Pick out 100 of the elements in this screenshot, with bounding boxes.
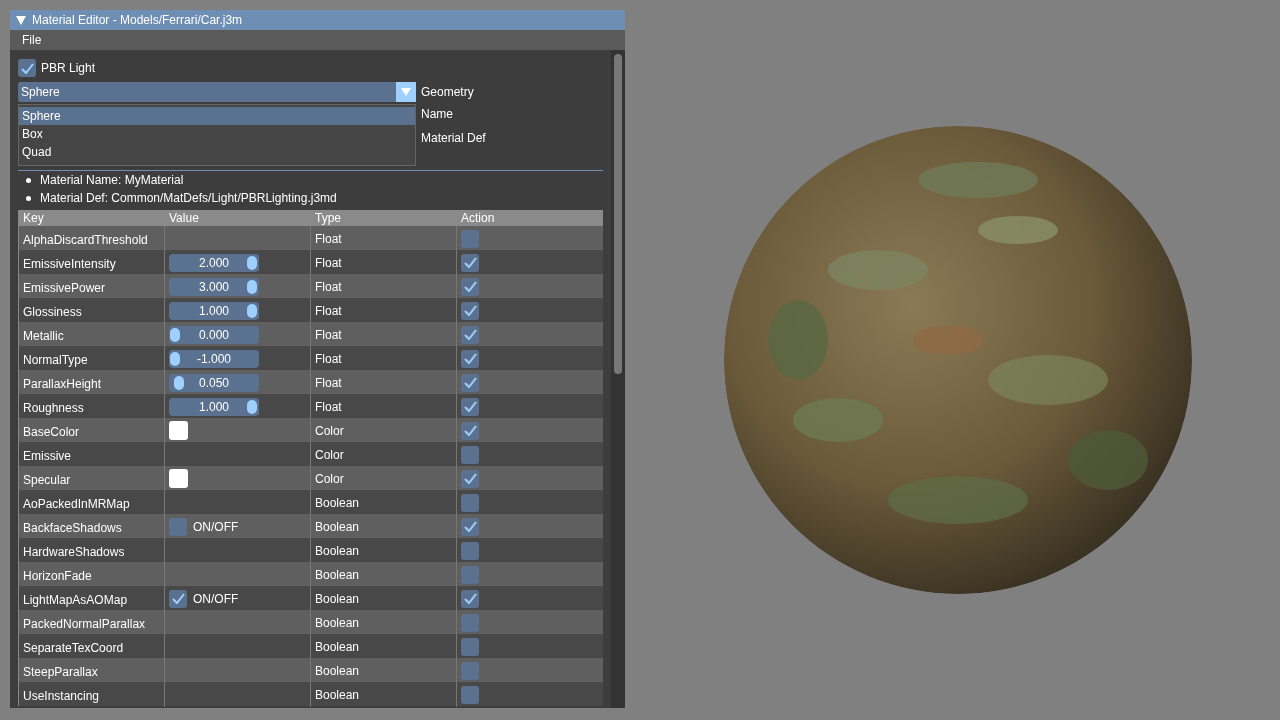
dropdown-option[interactable]: Sphere (19, 107, 415, 125)
value-slider[interactable]: 1.000 (169, 397, 259, 416)
action-checkbox[interactable] (461, 493, 479, 512)
column-header: Action (460, 210, 496, 226)
check-icon (463, 353, 477, 364)
action-checkbox[interactable] (461, 421, 479, 440)
action-checkbox[interactable] (461, 517, 479, 536)
key-cell: Metallic (23, 329, 64, 343)
field-label: Name (421, 106, 453, 123)
toggle-checkbox[interactable] (169, 589, 187, 608)
key-cell: UseInstancing (23, 689, 100, 703)
slider-thumb[interactable] (247, 303, 257, 318)
check-icon (20, 62, 34, 74)
key-cell: Roughness (23, 401, 84, 415)
action-checkbox[interactable] (461, 253, 479, 272)
key-cell: Glossiness (23, 305, 82, 319)
action-checkbox[interactable] (461, 613, 479, 632)
column-header: Key (22, 210, 45, 226)
type-cell-text: Color (315, 470, 344, 488)
type-cell-text: Boolean (315, 662, 360, 680)
color-swatch[interactable] (169, 421, 188, 440)
type-cell-text: Color (315, 446, 344, 464)
check-icon (463, 329, 477, 340)
action-checkbox[interactable] (461, 445, 479, 464)
slider-thumb[interactable] (247, 255, 257, 270)
value-slider[interactable]: 3.000 (169, 277, 259, 296)
action-checkbox[interactable] (461, 301, 479, 320)
bullet-icon (26, 177, 31, 183)
toggle-label: ON/OFF (193, 518, 239, 536)
action-checkbox[interactable] (461, 469, 479, 488)
scrollbar[interactable] (611, 50, 625, 708)
key-cell: Specular (23, 473, 71, 487)
key-cell: AlphaDiscardThreshold (23, 233, 148, 247)
key-cell: AoPackedInMRMap (23, 497, 130, 511)
key-cell: EmissivePower (23, 281, 106, 295)
info-text: Material Def: Common/MatDefs/Light/PBRLighting.j3md (40, 190, 337, 207)
type-cell-text: Float (315, 350, 342, 368)
type-cell-text: Float (315, 326, 342, 344)
info-text: Material Name: MyMaterial (40, 172, 184, 189)
dropdown-option[interactable]: Quad (19, 143, 415, 161)
color-swatch[interactable] (169, 469, 188, 488)
slider-thumb[interactable] (170, 327, 180, 342)
column-header: Value (168, 210, 200, 226)
value-slider[interactable]: -1.000 (169, 349, 259, 368)
check-icon (463, 425, 477, 436)
key-cell: SeparateTexCoord (23, 641, 124, 655)
check-icon (463, 593, 477, 604)
slider-thumb[interactable] (247, 399, 257, 414)
toggle-checkbox[interactable] (169, 517, 187, 536)
dropdown-option[interactable]: Box (19, 125, 415, 143)
check-icon (463, 401, 477, 412)
action-checkbox[interactable] (461, 541, 479, 560)
action-checkbox[interactable] (461, 589, 479, 608)
key-cell: SteepParallax (23, 665, 98, 679)
action-checkbox[interactable] (461, 325, 479, 344)
action-checkbox[interactable] (461, 277, 479, 296)
menu-item[interactable]: File (22, 31, 42, 49)
check-icon (463, 305, 477, 316)
key-cell: EmissiveIntensity (23, 257, 116, 271)
toggle-label: ON/OFF (193, 590, 239, 608)
window-title: Material Editor - Models/Ferrari/Car.j3m (32, 12, 243, 29)
check-icon (171, 593, 185, 604)
field-label: Geometry (421, 84, 474, 101)
type-cell-text: Boolean (315, 638, 360, 656)
type-cell-text: Float (315, 302, 342, 320)
key-cell: HorizonFade (23, 569, 92, 583)
slider-thumb[interactable] (173, 375, 184, 390)
type-cell-text: Float (315, 230, 342, 248)
action-checkbox[interactable] (461, 349, 479, 368)
check-icon (463, 521, 477, 532)
type-cell-text: Color (315, 422, 344, 440)
type-cell-text: Boolean (315, 518, 360, 536)
geometry-dropdown[interactable]: Sphere (18, 82, 416, 102)
action-checkbox[interactable] (461, 229, 479, 248)
action-checkbox[interactable] (461, 661, 479, 680)
dropdown-caret-icon (401, 88, 411, 96)
key-cell: Emissive (23, 449, 71, 463)
type-cell-text: Boolean (315, 494, 360, 512)
value-slider[interactable]: 1.000 (169, 301, 259, 320)
action-checkbox[interactable] (461, 685, 479, 704)
type-cell-text: Float (315, 374, 342, 392)
action-checkbox[interactable] (461, 373, 479, 392)
checkbox[interactable] (18, 59, 36, 77)
check-icon (463, 377, 477, 388)
slider-thumb[interactable] (170, 351, 180, 366)
action-checkbox[interactable] (461, 637, 479, 656)
type-cell-text: Float (315, 254, 342, 272)
action-checkbox[interactable] (461, 565, 479, 584)
type-cell-text: Boolean (315, 590, 360, 608)
slider-thumb[interactable] (247, 279, 257, 294)
bullet-icon (26, 195, 31, 201)
value-slider[interactable]: 0.000 (169, 325, 259, 344)
key-cell: ParallaxHeight (23, 377, 102, 391)
action-checkbox[interactable] (461, 397, 479, 416)
value-slider[interactable]: 2.000 (169, 253, 259, 272)
value-slider[interactable]: 0.050 (169, 373, 259, 392)
key-cell: BaseColor (23, 425, 80, 439)
check-icon (463, 473, 477, 484)
collapse-triangle-icon[interactable] (16, 15, 26, 25)
column-header: Type (314, 210, 342, 226)
